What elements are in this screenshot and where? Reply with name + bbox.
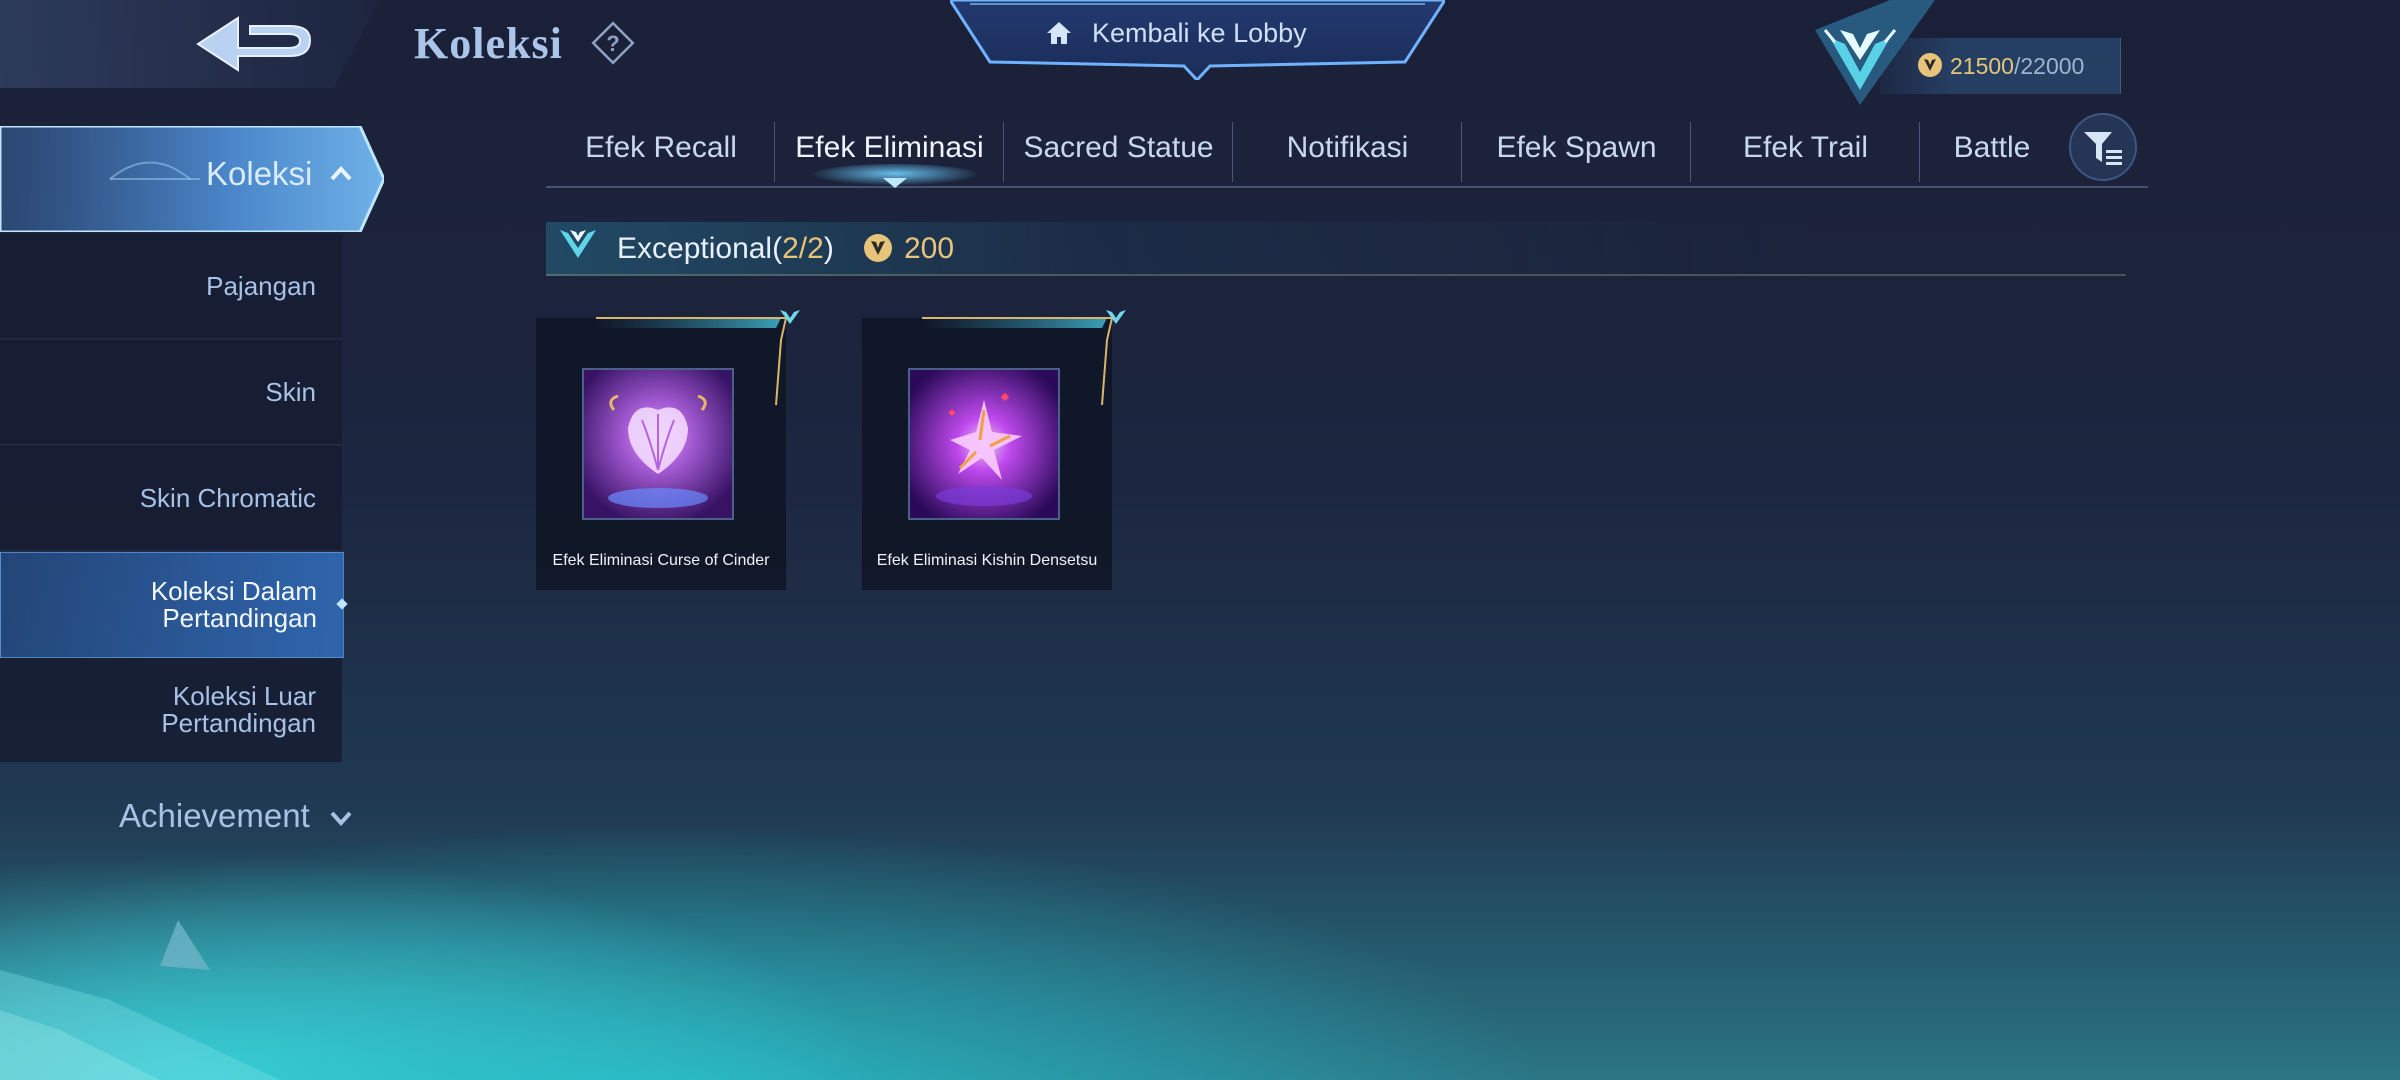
svg-text:?: ? [606, 31, 619, 56]
sidebar-item-label: Skin Chromatic [139, 483, 316, 513]
tab-notifikasi[interactable]: Notifikasi [1233, 112, 1462, 184]
active-tab-indicator [810, 164, 980, 188]
filter-icon[interactable] [2068, 112, 2138, 182]
tab-sacred-statue[interactable]: Sacred Statue [1004, 112, 1233, 184]
page-title: Koleksi [414, 19, 563, 68]
sidebar-item-koleksi-dalam-pertandingan[interactable]: Koleksi Dalam Pertandingan [0, 552, 344, 658]
curse-of-cinder-artwork [584, 370, 732, 518]
tab-efek-spawn[interactable]: Efek Spawn [1462, 112, 1691, 184]
sidebar-item-label: Skin [265, 377, 316, 407]
sidebar-koleksi-header[interactable] [0, 126, 384, 232]
tab-battle[interactable]: Battle [1920, 112, 2064, 184]
collection-point-coin-icon [1918, 53, 1942, 77]
active-indicator-icon [336, 598, 348, 610]
section-count-open: ( [772, 232, 783, 265]
sidebar-item-label-line2: Pertandingan [161, 708, 316, 738]
collection-card-curse-of-cinder[interactable]: Efek Eliminasi Curse of Cinder [536, 310, 800, 590]
corner-decoration [0, 920, 280, 1080]
card-name: Efek Eliminasi Curse of Cinder [552, 552, 770, 569]
tab-efek-recall[interactable]: Efek Recall [546, 112, 776, 184]
collection-card-kishin-densetsu[interactable]: Efek Eliminasi Kishin Densetsu [862, 310, 1126, 590]
chevron-down-icon [330, 811, 352, 826]
sidebar-item-pajangan[interactable]: Pajangan [0, 234, 342, 339]
section-name: Exceptional [617, 232, 773, 265]
tab-efek-trail[interactable]: Efek Trail [1691, 112, 1920, 184]
section-count: 2/2 [782, 232, 824, 265]
kishin-densetsu-artwork [910, 370, 1058, 518]
section-count-close: ) [823, 232, 834, 265]
card-name: Efek Eliminasi Kishin Densetsu [876, 552, 1098, 569]
lobby-label: Kembali ke Lobby [1092, 18, 1307, 48]
card-image [908, 368, 1060, 520]
question-diamond-icon[interactable]: ? [590, 20, 636, 66]
sidebar-item-koleksi-luar-pertandingan[interactable]: Koleksi Luar Pertandingan [0, 658, 342, 763]
back-arrow-icon[interactable] [190, 10, 320, 82]
points-counter: 21500/22000 [1950, 53, 2084, 80]
sidebar-koleksi-label: Koleksi [206, 155, 313, 192]
sidebar-item-label-line1: Koleksi Luar [172, 681, 316, 711]
section-title: Exceptional(2/2) [617, 232, 834, 266]
sidebar-item-label: Pajangan [206, 271, 316, 301]
points-max: /22000 [2013, 53, 2085, 79]
exceptional-tier-icon [560, 230, 596, 258]
collection-point-coin-icon [864, 234, 892, 262]
chevron-up-icon [330, 166, 352, 181]
points-current: 21500 [1950, 53, 2014, 79]
section-points: 200 [904, 232, 955, 265]
sidebar-item-skin[interactable]: Skin [0, 340, 342, 445]
tab-bar: Efek Recall Efek Eliminasi Sacred Statue… [546, 112, 2148, 188]
sidebar-item-skin-chromatic[interactable]: Skin Chromatic [0, 446, 342, 551]
sidebar-item-label-line1: Koleksi Dalam [150, 576, 317, 606]
sidebar-achievement[interactable]: Achievement [119, 797, 310, 835]
home-icon [1047, 22, 1071, 44]
sidebar-item-label-line2: Pertandingan [162, 603, 317, 633]
card-image [582, 368, 734, 520]
rank-emblem-icon [1815, 0, 1935, 105]
